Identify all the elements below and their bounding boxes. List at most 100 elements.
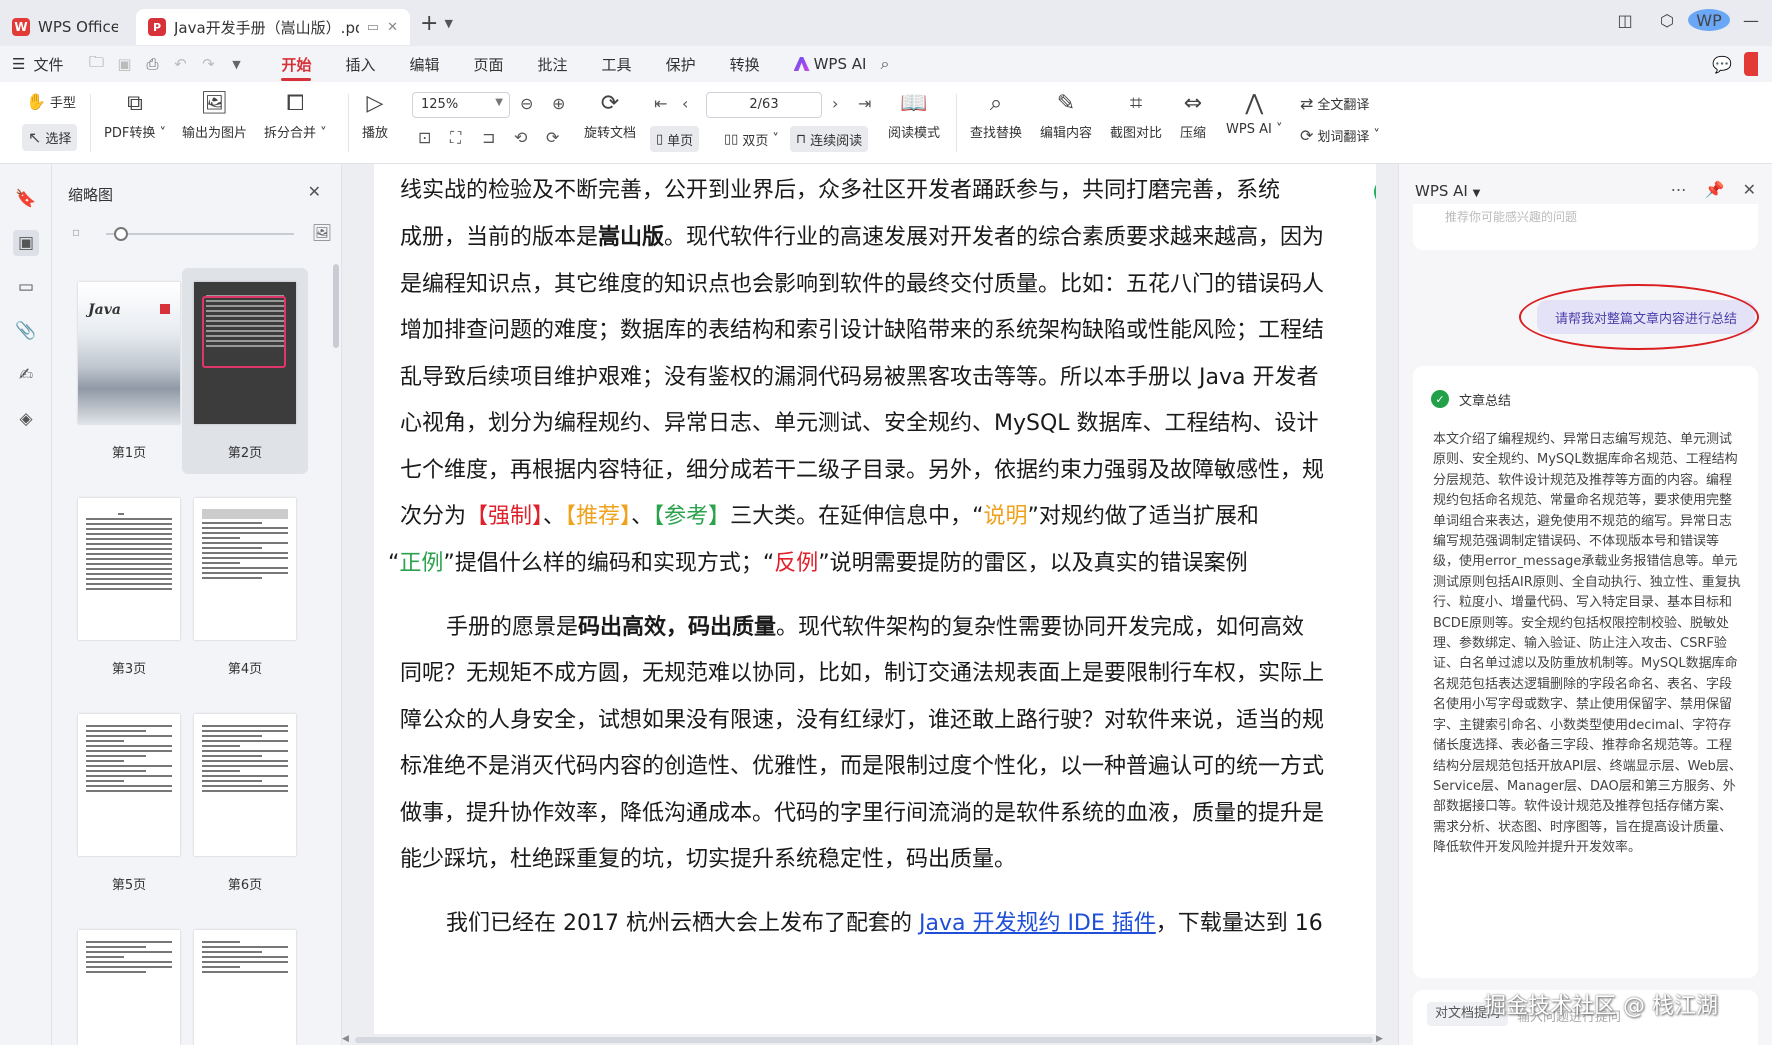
cube-icon[interactable]: ⬡: [1646, 11, 1688, 30]
scroll-left-arrow-icon[interactable]: ◀: [342, 1034, 349, 1044]
new-tab-plus-icon[interactable]: +: [420, 11, 438, 36]
zoom-out-icon[interactable]: ⊖: [520, 94, 533, 113]
actual-size-icon[interactable]: ⊡: [418, 128, 431, 147]
split-merge-button[interactable]: ⧠ 拆分合并 ˅: [264, 90, 327, 141]
horizontal-scrollbar[interactable]: [355, 1037, 1373, 1043]
edit-content-icon: ✎: [1056, 91, 1076, 116]
side-red-button[interactable]: [1744, 52, 1758, 76]
save-icon[interactable]: ▣: [111, 55, 137, 73]
thumbnail-page-5[interactable]: 第5页: [66, 700, 192, 906]
screenshot-compare-button[interactable]: ⌗ 截图对比: [1110, 90, 1162, 141]
word-translate-button[interactable]: ⟳ 划词翻译 ˅: [1300, 126, 1380, 145]
thumbnail-page-3[interactable]: 第3页: [66, 484, 192, 690]
ide-plugin-link[interactable]: Java 开发规约 IDE 插件: [919, 911, 1156, 936]
layers-icon[interactable]: ◈: [13, 406, 39, 432]
chat-icon[interactable]: 💬: [1712, 55, 1732, 74]
full-translate-button[interactable]: ⇄ 全文翻译: [1300, 94, 1369, 113]
hand-tool-button[interactable]: ✋ 手型: [26, 92, 76, 111]
tab-insert[interactable]: 插入: [345, 48, 375, 81]
read-mode-button[interactable]: 📖 阅读模式: [888, 90, 940, 141]
comment-icon[interactable]: ▭: [13, 274, 39, 300]
thumbnail-page-6[interactable]: 第6页: [182, 700, 308, 906]
next-page-icon[interactable]: ›: [832, 94, 838, 113]
file-menu[interactable]: ☰ 文件: [12, 54, 63, 75]
pdf-file-icon: P: [148, 18, 166, 36]
export-image-button[interactable]: 🖼 输出为图片: [182, 90, 247, 141]
tab-page[interactable]: 页面: [474, 48, 504, 81]
thumbnail-page-1[interactable]: Java 第1页: [66, 268, 192, 474]
monitor-icon[interactable]: ▭: [367, 20, 379, 35]
ai-panel-controls: ⋯ 📌 ✕: [1653, 180, 1756, 199]
signature-icon[interactable]: ✍: [13, 362, 39, 388]
tab-start[interactable]: 开始: [281, 48, 312, 81]
double-page-icon: ▯▯: [724, 131, 739, 147]
thumbnail-label: 第6页: [227, 878, 263, 893]
zoom-in-icon[interactable]: ⊕: [552, 94, 565, 113]
attachment-icon[interactable]: 📎: [13, 318, 39, 344]
document-tab[interactable]: P Java开发手册（嵩山版）.pdf ▭ ✕: [136, 9, 410, 45]
rotate-document-button[interactable]: ⟳ 旋转文档: [584, 90, 636, 141]
thumbnail-page-8[interactable]: [182, 916, 308, 1045]
scroll-right-arrow-icon[interactable]: ▶: [1376, 1034, 1383, 1044]
close-icon[interactable]: ✕: [1743, 180, 1756, 199]
thumbnail-image: [78, 498, 180, 640]
page-number-input[interactable]: 2/63: [706, 92, 822, 118]
thumbnail-page-4[interactable]: 第4页: [182, 484, 308, 690]
thumbnail-page-7[interactable]: [66, 916, 192, 1045]
chevron-down-icon[interactable]: ▼: [444, 17, 452, 30]
home-tab[interactable]: W WPS Office: [0, 9, 130, 45]
pdf-convert-button[interactable]: ⧉ PDF转换 ˅: [104, 90, 166, 141]
wps-ai-toolbar-label: WPS AI: [1226, 122, 1272, 137]
text-note: 说明: [983, 504, 1028, 529]
minimize-icon[interactable]: —: [1730, 11, 1772, 30]
user-avatar[interactable]: WP: [1688, 9, 1730, 31]
select-tool-button[interactable]: ↖ 选择: [22, 124, 78, 151]
wps-ai-menu[interactable]: WPS AI: [793, 55, 867, 73]
close-icon[interactable]: ✕: [308, 182, 321, 201]
close-tab-icon[interactable]: ✕: [387, 20, 398, 35]
print-icon[interactable]: ⎙: [139, 55, 165, 73]
split-merge-label: 拆分合并: [264, 126, 317, 141]
rotate-right-icon[interactable]: ⟳: [546, 128, 559, 147]
tab-protect[interactable]: 保护: [666, 48, 696, 81]
thumbnail-image: [194, 282, 296, 424]
play-button[interactable]: ▷ 播放: [362, 90, 388, 141]
bookmark-icon[interactable]: 🔖: [13, 186, 39, 212]
continuous-read-button[interactable]: ⊓ 连续阅读: [790, 126, 869, 152]
edit-content-button[interactable]: ✎ 编辑内容: [1040, 90, 1092, 141]
thumbnail-page-2[interactable]: 第2页: [182, 268, 308, 474]
undo-icon[interactable]: ↶: [167, 55, 193, 73]
thumbnail-icon[interactable]: ▣: [13, 230, 39, 256]
wps-ai-toolbar-button[interactable]: ⋀ WPS AI ˅: [1226, 90, 1282, 137]
find-replace-button[interactable]: ⌕ 查找替换: [970, 90, 1022, 141]
search-icon[interactable]: ⌕: [880, 54, 889, 74]
last-page-icon[interactable]: ⇥: [858, 94, 871, 113]
tab-convert[interactable]: 转换: [730, 48, 760, 81]
fit-width-icon[interactable]: ⊐: [482, 128, 495, 147]
slider-track[interactable]: [106, 233, 294, 235]
slider-handle[interactable]: [114, 227, 128, 241]
tab-edit[interactable]: 编辑: [410, 48, 440, 81]
thumbnail-scrollbar[interactable]: [333, 264, 339, 348]
folder-icon[interactable]: 🗀: [83, 52, 109, 77]
prev-page-icon[interactable]: ‹: [682, 94, 688, 113]
double-page-button[interactable]: ▯▯ 双页 ˅: [718, 126, 785, 152]
tab-annotate[interactable]: 批注: [538, 48, 568, 81]
single-page-button[interactable]: ▯ 单页: [650, 126, 700, 152]
redo-icon[interactable]: ↷: [195, 55, 221, 73]
pin-icon[interactable]: 📌: [1705, 180, 1725, 199]
thumbnail-size-slider[interactable]: ▫ 🖼: [72, 223, 332, 244]
layout-icon[interactable]: ◫: [1604, 11, 1646, 30]
zoom-select[interactable]: 125% ▼: [412, 92, 510, 118]
compress-button[interactable]: ⇔ 压缩: [1180, 90, 1206, 141]
more-icon[interactable]: ⋯: [1671, 180, 1687, 199]
rotate-left-icon[interactable]: ⟲: [514, 128, 527, 147]
fit-page-icon[interactable]: ⛶: [450, 128, 461, 148]
wps-ai-menu-label: WPS AI: [813, 55, 867, 73]
ai-panel-title[interactable]: WPS AI ▼: [1415, 182, 1480, 200]
quick-access-chevron-icon[interactable]: ▼: [223, 58, 249, 71]
tab-tools[interactable]: 工具: [602, 48, 632, 81]
doc-line: 标准绝不是消灭代码内容的创造性、优雅性，而是限制过度个性化，以一种普遍认可的统一…: [400, 754, 1325, 779]
first-page-icon[interactable]: ⇤: [654, 94, 667, 113]
floating-table-icon[interactable]: ▦: [1374, 178, 1376, 206]
